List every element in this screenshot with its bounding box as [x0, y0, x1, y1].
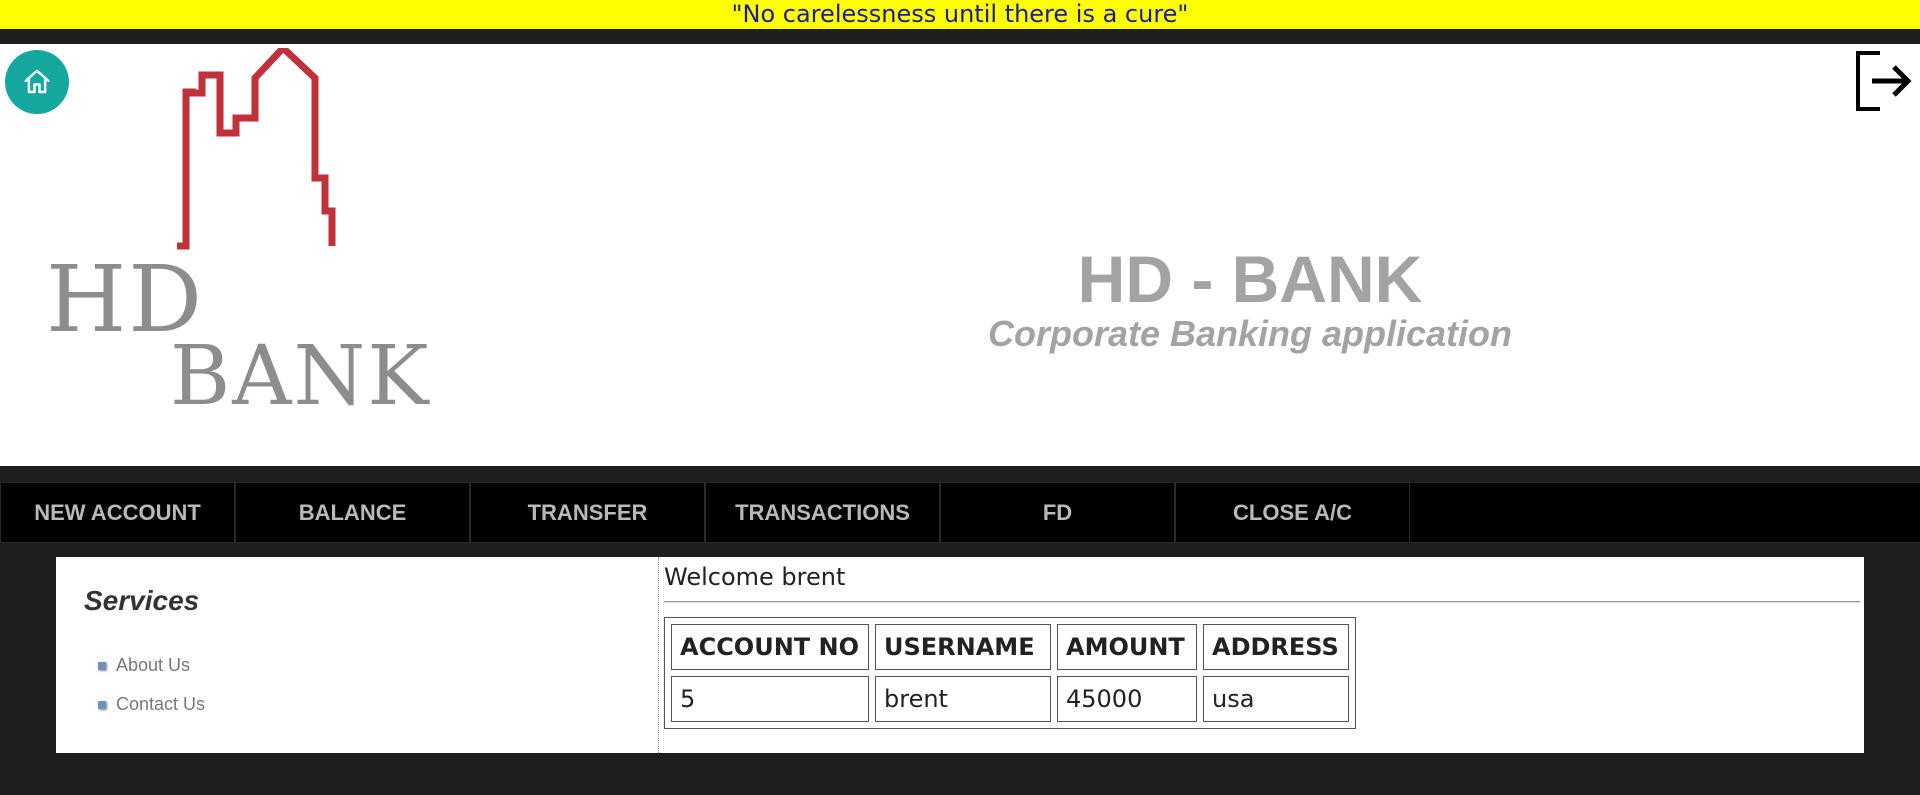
table-header-row: ACCOUNT NO USERNAME AMOUNT ADDRESS [671, 624, 1349, 670]
nav-transfer[interactable]: TRANSFER [470, 483, 705, 542]
bullet-icon [98, 700, 106, 709]
nav-close-account[interactable]: CLOSE A/C [1175, 483, 1410, 542]
about-us-link[interactable]: About Us [98, 655, 190, 676]
nav-transactions[interactable]: TRANSACTIONS [705, 483, 940, 542]
services-heading: Services [84, 585, 200, 616]
logout-button[interactable] [1854, 49, 1914, 113]
logout-icon [1856, 51, 1912, 111]
cell-account-no: 5 [671, 676, 869, 722]
page-title: HD - BANK [1077, 242, 1423, 316]
header: HD BANK HD - BANK Corporate Banking appl… [0, 44, 1920, 466]
cell-address: usa [1203, 676, 1349, 722]
header-amount: AMOUNT [1057, 624, 1197, 670]
header-account-no: ACCOUNT NO [671, 624, 869, 670]
account-table: ACCOUNT NO USERNAME AMOUNT ADDRESS 5 bre… [664, 617, 1356, 729]
nav-fd[interactable]: FD [940, 483, 1175, 542]
header-username: USERNAME [875, 624, 1051, 670]
bullet-icon [98, 661, 106, 670]
cell-amount: 45000 [1057, 676, 1197, 722]
cell-username: brent [875, 676, 1051, 722]
about-us-label: About Us [116, 655, 191, 675]
nav-balance[interactable]: BALANCE [235, 483, 470, 542]
services-sidebar: Services About Us Contact Us [56, 557, 659, 753]
table-row: 5 brent 45000 usa [671, 676, 1349, 722]
welcome-message: Welcome brent [664, 563, 846, 591]
contact-us-label: Contact Us [116, 694, 206, 714]
nav-new-account[interactable]: NEW ACCOUNT [0, 483, 235, 542]
motto-banner: "No carelessness until there is a cure" [0, 0, 1920, 29]
content-panel: Services About Us Contact Us Welcome bre… [56, 557, 1864, 753]
main-nav: NEW ACCOUNT BALANCE TRANSFER TRANSACTION… [0, 482, 1920, 543]
account-main: Welcome brent ACCOUNT NO USERNAME AMOUNT… [664, 557, 1864, 753]
page-subtitle: Corporate Banking application [987, 313, 1513, 354]
header-address: ADDRESS [1203, 624, 1349, 670]
logo-text-bank: BANK [170, 329, 431, 424]
contact-us-link[interactable]: Contact Us [98, 694, 205, 715]
divider [664, 601, 1860, 603]
title-block: HD - BANK Corporate Banking application [900, 244, 1600, 354]
